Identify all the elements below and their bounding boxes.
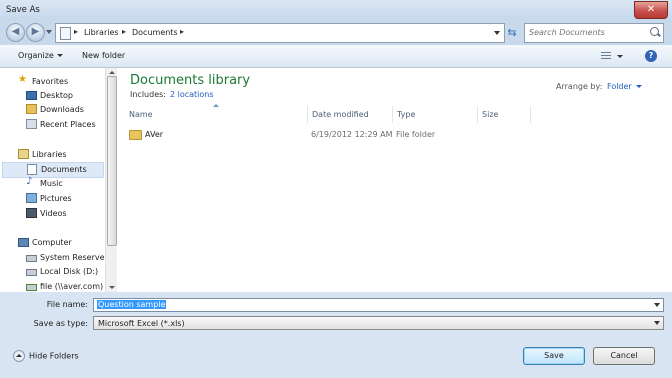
locations-link[interactable]: 2 locations: [170, 90, 214, 99]
chevron-down-icon: [635, 85, 642, 88]
sidebar-item-label: Recent Places: [40, 120, 96, 129]
music-icon: ♪: [26, 176, 33, 187]
drive-icon: [26, 255, 37, 262]
sidebar-item-label: Music: [40, 179, 63, 188]
file-row[interactable]: AVer 6/19/2012 12:29 AM File folder: [125, 127, 545, 143]
column-header-name[interactable]: Name: [125, 106, 308, 123]
column-header-label: Name: [129, 110, 153, 119]
column-header-size[interactable]: Size: [478, 106, 531, 123]
file-name-label: File name:: [46, 300, 88, 309]
recent-places-icon: [26, 119, 37, 129]
search-input[interactable]: [529, 26, 641, 39]
column-header-type[interactable]: Type: [393, 106, 478, 123]
scrollbar-thumb[interactable]: [107, 76, 117, 246]
sidebar-item-label: Videos: [40, 209, 67, 218]
back-button[interactable]: ◀: [6, 23, 25, 42]
computer-icon: [18, 238, 29, 247]
documents-icon: [27, 164, 37, 175]
cancel-button[interactable]: Cancel: [593, 347, 655, 365]
new-folder-button[interactable]: New folder: [82, 51, 125, 60]
chevron-down-icon: [56, 54, 63, 57]
command-toolbar: Organize New folder ?: [0, 45, 672, 68]
close-button[interactable]: ✕: [634, 1, 668, 19]
view-options-dropdown-icon[interactable]: [617, 55, 623, 58]
organize-label: Organize: [18, 51, 54, 60]
arrange-by-value: Folder: [607, 82, 632, 91]
pictures-icon: [26, 193, 37, 203]
library-includes: Includes: 2 locations: [130, 90, 214, 99]
organize-button[interactable]: Organize: [18, 51, 63, 60]
file-type: File folder: [396, 130, 436, 139]
navigation-pane: ★ Favorites Desktop Downloads Recent Pla…: [0, 68, 105, 292]
library-title: Documents library: [130, 73, 251, 88]
file-name-value[interactable]: Question sample: [97, 300, 167, 309]
forward-button[interactable]: ▶: [26, 23, 45, 42]
back-arrow-icon: ◀: [11, 26, 20, 37]
library-location-icon: [60, 27, 71, 40]
sidebar-item-documents[interactable]: Documents: [2, 162, 104, 178]
videos-icon: [26, 208, 37, 218]
sidebar-item-label: Pictures: [40, 194, 72, 203]
navigation-row: ◀ ▶ ▸ Libraries ▸ Documents ▸ ⇆: [0, 20, 672, 44]
desktop-icon: [26, 91, 37, 100]
window-title: Save As: [6, 5, 40, 15]
column-header-date-modified[interactable]: Date modified: [308, 106, 393, 123]
close-icon: ✕: [646, 4, 656, 15]
hide-folders-button[interactable]: Hide Folders: [13, 350, 79, 362]
address-dropdown-icon[interactable]: [494, 31, 500, 35]
file-name-history-dropdown-icon[interactable]: [654, 303, 660, 307]
chevron-up-icon: [13, 350, 25, 362]
title-bar: Save As ✕: [0, 0, 672, 20]
sidebar-item-label: Documents: [41, 165, 87, 174]
save-as-type-select[interactable]: Microsoft Excel (*.xls): [93, 316, 664, 330]
recent-pages-dropdown-icon[interactable]: [46, 30, 52, 34]
column-header-label: Type: [397, 110, 416, 119]
save-options-panel: File name: Question sample Save as type:…: [0, 292, 672, 378]
star-icon: ★: [18, 74, 27, 85]
file-date-modified: 6/19/2012 12:29 AM: [311, 130, 393, 139]
save-button[interactable]: Save: [523, 347, 585, 365]
help-icon[interactable]: ?: [645, 50, 657, 62]
sidebar-item-label: Libraries: [32, 150, 67, 159]
change-view-icon[interactable]: [601, 52, 611, 60]
breadcrumb-libraries[interactable]: Libraries: [84, 28, 119, 37]
save-as-type-label: Save as type:: [33, 319, 88, 328]
sidebar-item-label: System Reserved: [40, 253, 105, 262]
arrange-by-dropdown[interactable]: Folder: [607, 82, 642, 91]
libraries-icon: [18, 149, 29, 159]
column-header-label: Date modified: [312, 110, 369, 119]
arrange-by-label: Arrange by:: [556, 82, 603, 91]
sidebar-item-label: Local Disk (D:): [40, 267, 99, 276]
chevron-right-icon[interactable]: ▸: [74, 27, 78, 36]
refresh-icon[interactable]: ⇆: [505, 26, 519, 40]
scroll-up-icon[interactable]: [109, 71, 115, 74]
breadcrumb-documents[interactable]: Documents: [132, 28, 178, 37]
sidebar-item-label: Computer: [32, 238, 72, 247]
search-icon[interactable]: [650, 27, 659, 36]
save-as-type-value: Microsoft Excel (*.xls): [98, 319, 185, 328]
chevron-right-icon[interactable]: ▸: [122, 27, 126, 36]
navigation-scrollbar[interactable]: [105, 68, 117, 292]
sidebar-item-label: file (\\aver.com): [40, 282, 104, 291]
file-list-pane: Documents library Includes: 2 locations A…: [117, 68, 672, 292]
scroll-down-icon[interactable]: [109, 286, 115, 289]
sidebar-item-label: Favorites: [32, 77, 69, 86]
file-name-field[interactable]: Question sample: [93, 298, 664, 312]
chevron-right-icon[interactable]: ▸: [180, 27, 184, 36]
hide-folders-label: Hide Folders: [29, 351, 79, 361]
forward-arrow-icon: ▶: [31, 26, 40, 37]
includes-label: Includes:: [130, 90, 166, 99]
file-name: AVer: [145, 130, 164, 139]
column-header-label: Size: [482, 110, 499, 119]
chevron-down-icon[interactable]: [654, 321, 660, 325]
sidebar-item-label: Desktop: [40, 91, 73, 100]
drive-icon: [26, 269, 37, 276]
address-bar[interactable]: ▸ Libraries ▸ Documents ▸: [55, 23, 505, 43]
search-box[interactable]: [524, 23, 664, 43]
network-drive-icon: [26, 284, 37, 291]
downloads-icon: [26, 104, 37, 114]
folder-icon: [129, 130, 142, 140]
sidebar-item-label: Downloads: [40, 105, 84, 114]
